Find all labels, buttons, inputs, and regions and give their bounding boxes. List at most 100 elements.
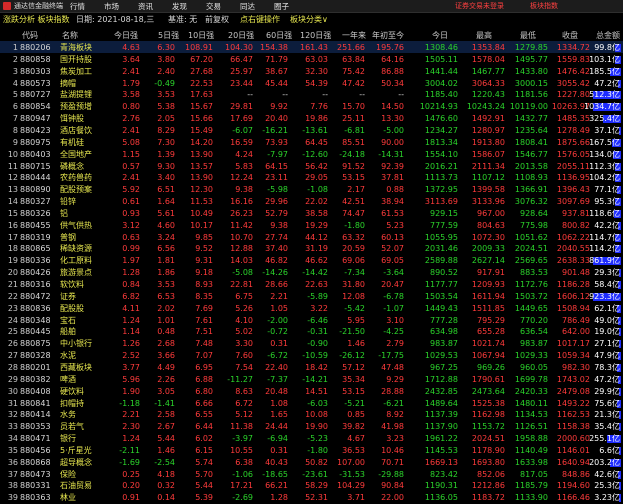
col-header-open[interactable]: 今日 — [432, 30, 448, 41]
table-row[interactable]: 19 880336 化工原料 1.97 1.81 9.31 14.03 46.82 46.62 6… — [0, 255, 623, 267]
table-row[interactable]: 11 880715 磷概念 0.57 9.30 13.57 5.83 64.15 56.42 91… — [0, 161, 623, 173]
menu-item-circle[interactable]: 圈子 — [274, 1, 289, 12]
sector-code: 880471 — [20, 434, 51, 444]
col-header-10d[interactable]: 10日强 — [188, 30, 214, 41]
cell-5d: 1.39 — [157, 149, 175, 159]
table-row[interactable]: 5 880727 盐湖提锂 3.58 3.53 17.63 -- -- -- -- -- 1185.4… — [0, 89, 623, 101]
cell-open: 1234.27 — [424, 125, 458, 135]
cell-120d: 22.63 — [305, 280, 328, 289]
col-header-ytd[interactable]: 年初至今 — [372, 30, 404, 41]
sector-code: 880353 — [20, 422, 51, 432]
table-row[interactable]: 24 880348 宝石 1.24 1.01 7.61 4.10 -2.00 -6.46 5.95… — [0, 315, 623, 327]
menu-item-news[interactable]: 资讯 — [138, 1, 153, 12]
cell-open: 1489.64 — [424, 398, 458, 408]
menu-item-tongda[interactable]: 同达 — [240, 1, 255, 12]
table-row[interactable]: 7 880947 饵钟股 2.76 2.05 15.66 17.69 20.40 19.86 25… — [0, 113, 623, 125]
table-row[interactable]: 21 880316 软饮料 0.84 3.53 8.93 22.81 28.66 22.63 31… — [0, 279, 623, 291]
table-row[interactable]: 8 880423 酒店餐饮 2.41 8.29 15.49 -6.07 -16.21 -13.6… — [0, 125, 623, 137]
row-index: 5 — [12, 90, 18, 100]
table-row[interactable]: 14 880327 铅锌 0.61 1.64 11.53 16.16 29.96 22.02 42… — [0, 196, 623, 208]
col-header-code[interactable]: 代码 — [22, 30, 38, 41]
table-row[interactable]: 29 880382 啤酒 5.96 2.26 6.88 -11.27 -7.37 -14.21 3… — [0, 374, 623, 386]
cell-120d: 44.12 — [305, 232, 328, 242]
cell-close: 1017.17 — [556, 339, 590, 349]
cell-amount: 3.23亿 — [594, 493, 620, 503]
cell-60d: 23.11 — [265, 173, 288, 183]
category-select[interactable]: 板块分类∨ — [290, 14, 328, 25]
cell-today: 2.41 — [122, 173, 140, 183]
table-row[interactable]: 35 880456 5·斤星光 -2.11 1.46 6.15 10.55 0.31 -1.80… — [0, 445, 623, 457]
cell-close: 1485.35 — [556, 114, 590, 124]
base-label[interactable]: 基准: 无 — [168, 14, 197, 25]
table-row[interactable]: 23 880836 配股股 4.11 2.02 7.69 5.26 1.05 3.22 -5.42… — [0, 303, 623, 315]
table-row[interactable]: 20 880426 旅游景点 1.28 1.86 9.18 -5.08 -14.26 -14.4… — [0, 267, 623, 279]
table-row[interactable]: 6 880854 预盈预增 0.80 5.38 15.67 29.81 9.92 7.76 15.… — [0, 101, 623, 113]
table-row[interactable]: 16 880455 供气供热 3.12 4.60 10.17 11.42 9.38 19.29 -… — [0, 220, 623, 232]
table-row[interactable]: 32 880414 水务 2.21 2.58 6.55 5.12 1.65 10.08 0.85 8… — [0, 409, 623, 421]
table-row[interactable]: 2 880858 国开持股 3.64 3.80 67.20 66.47 71.79 63.03 6… — [0, 54, 623, 66]
adjust-mode[interactable]: 前复权 — [205, 14, 229, 25]
table-row[interactable]: 18 880865 稀缺资源 0.99 6.56 9.52 12.88 37.40 31.19 2… — [0, 243, 623, 255]
cell-close: 1508.94 — [556, 303, 590, 313]
table-row[interactable]: 4 880573 摘帽 1.79 -0.49 22.53 23.44 45.44 54.39 47… — [0, 78, 623, 90]
col-header-low[interactable]: 最低 — [520, 30, 536, 41]
table-row[interactable]: 12 880444 农药兽药 2.41 3.40 13.90 12.24 23.11 29.05… — [0, 172, 623, 184]
table-row[interactable]: 26 880875 中小银行 1.26 2.68 7.48 3.30 0.31 -0.90 1.4… — [0, 338, 623, 350]
menu-item-trade[interactable]: 交易 — [206, 1, 221, 12]
row-index: 33 — [7, 422, 18, 432]
menu-item-market[interactable]: 市场 — [104, 1, 119, 12]
cell-120d: -1.80 — [307, 445, 328, 455]
table-row[interactable]: 31 880841 扣帽持 -1.18 -1.41 6.66 6.72 1.08 -6.03 -5… — [0, 398, 623, 410]
menu-item-quotes[interactable]: 行情 — [70, 1, 85, 12]
cell-open: 983.87 — [430, 339, 458, 349]
col-header-5d[interactable]: 5日强 — [158, 30, 179, 41]
col-header-close[interactable]: 收盘 — [562, 30, 578, 41]
col-header-name[interactable]: 名称 — [62, 30, 78, 41]
table-row[interactable]: 38 880331 石油贸易 0.20 0.32 5.44 17.21 66.21 58.29 1… — [0, 480, 623, 492]
sector-code: 880975 — [20, 137, 51, 147]
col-header-today[interactable]: 今日强 — [114, 30, 138, 41]
cell-5d: 4.18 — [157, 469, 175, 479]
cell-open: 3113.69 — [424, 197, 458, 207]
cell-high: 917.91 — [477, 268, 505, 278]
table-row[interactable]: 17 880319 普钢 0.63 3.24 9.85 10.70 27.74 44.12 63.… — [0, 232, 623, 244]
menu-item-discover[interactable]: 发现 — [172, 1, 187, 12]
col-header-120d[interactable]: 120日强 — [300, 30, 331, 41]
table-row[interactable]: 13 880890 配股预案 5.92 6.51 12.30 9.38 -5.98 -1.08 2… — [0, 184, 623, 196]
sector-code: 880201 — [20, 362, 51, 372]
table-row[interactable]: 28 880201 西藏板块 3.77 4.49 6.95 7.54 22.40 18.42 57… — [0, 362, 623, 374]
table-row[interactable]: 34 880471 银行 1.24 5.44 6.02 -3.97 -6.94 -5.23 4.6… — [0, 433, 623, 445]
cell-20d: 10.70 — [230, 232, 253, 242]
table-row[interactable]: 30 880408 硬饮料 1.90 3.05 6.80 8.63 20.48 14.51 53.… — [0, 386, 623, 398]
table-row[interactable]: 22 880472 证券 6.82 6.53 8.35 6.75 2.21 -5.89 12.08… — [0, 291, 623, 303]
table-row[interactable]: 15 880326 铝 0.93 5.61 10.49 26.23 52.79 38.58 74.… — [0, 208, 623, 220]
cell-120d: 14.51 — [305, 386, 328, 396]
table-row[interactable]: 10 880403 全国地产 1.15 1.39 13.90 4.24 -7.97 -12.60… — [0, 149, 623, 161]
col-header-high[interactable]: 最高 — [476, 30, 492, 41]
cell-high: 3064.33 — [471, 78, 505, 88]
cell-60d: 71.79 — [265, 54, 288, 64]
table-row[interactable]: 25 880445 船舶 1.14 0.48 7.51 5.02 -0.72 -0.31 -21.… — [0, 326, 623, 338]
cell-open: 3004.02 — [424, 78, 458, 88]
table-row[interactable]: 9 880975 有机硅 5.08 7.30 14.20 16.59 73.93 64.45 85… — [0, 137, 623, 149]
table-row[interactable]: 33 880353 员若气 2.30 2.67 6.44 11.38 24.44 19.90 39… — [0, 421, 623, 433]
table-row[interactable]: 37 880473 保险 0.25 4.18 5.70 -1.06 -18.65 -23.61 -… — [0, 469, 623, 481]
col-header-60d[interactable]: 60日强 — [266, 30, 292, 41]
col-header-20d[interactable]: 20日强 — [228, 30, 254, 41]
login-status-link[interactable]: 证券交易未登录 — [455, 1, 504, 11]
cell-20d: 17.21 — [230, 481, 253, 491]
col-header-1y[interactable]: 一年来 — [342, 30, 366, 41]
cell-low: 1126.51 — [514, 422, 548, 432]
table-row[interactable]: 39 880363 林业 0.91 0.14 5.39 -2.69 1.28 52.31 3.71… — [0, 492, 623, 504]
cell-high: 1511.85 — [471, 303, 505, 313]
cell-low: 3000.15 — [514, 78, 548, 88]
cell-60d: 64.15 — [265, 161, 288, 171]
table-row[interactable]: 3 880303 焦炭加工 2.41 2.40 27.68 25.97 38.67 32.30 7… — [0, 66, 623, 78]
sector-index-link[interactable]: 板块指数 — [530, 1, 558, 11]
table-row[interactable]: 1 880206 青海板块 4.63 6.30 108.91 104.30 154.38 161… — [0, 42, 623, 54]
cell-5d: 0.14 — [157, 493, 175, 503]
table-row[interactable]: 36 880868 超导概念 -1.69 -2.54 5.74 6.38 40.43 50.82… — [0, 457, 623, 469]
col-header-amount[interactable]: 总金额 — [596, 30, 620, 41]
table-row[interactable]: 27 880328 水泥 2.52 3.66 7.07 7.60 -6.72 -10.59 -26… — [0, 350, 623, 362]
date-label[interactable]: 日期: 2021-08-18,三 — [76, 14, 154, 25]
